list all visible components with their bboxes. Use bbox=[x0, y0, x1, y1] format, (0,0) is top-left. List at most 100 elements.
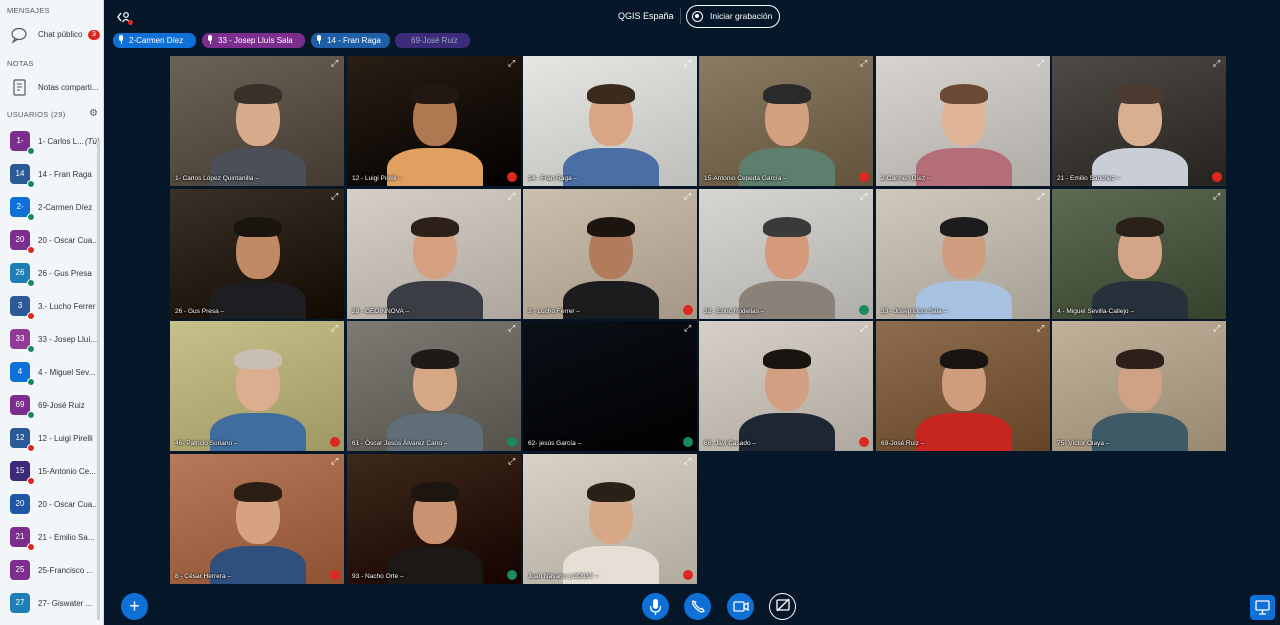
fullscreen-icon[interactable]: ⤢ bbox=[331, 59, 340, 68]
video-tile[interactable]: ⤢ 1- Carlos López Quintanilla – bbox=[170, 56, 344, 186]
participant-hair bbox=[1116, 349, 1164, 369]
fullscreen-icon[interactable]: ⤢ bbox=[1037, 324, 1046, 333]
audio-status-icon bbox=[683, 570, 693, 580]
video-tile[interactable]: ⤢ 28 - GEOINNOVA – bbox=[347, 189, 521, 319]
talker-label: 2-Carmen Díez bbox=[129, 36, 184, 45]
fullscreen-icon[interactable]: ⤢ bbox=[331, 457, 340, 466]
fullscreen-icon[interactable]: ⤢ bbox=[1213, 192, 1222, 201]
video-tile[interactable]: ⤢ 12 - Luigi Pirelli – bbox=[347, 56, 521, 186]
shared-notes-item[interactable]: Notas comparti... bbox=[0, 75, 100, 101]
user-list-item[interactable]: 44 - Miguel Sev... bbox=[0, 357, 100, 390]
user-list-item[interactable]: 14 14 - Fran Raga bbox=[0, 159, 100, 192]
video-tile[interactable]: ⤢ 68. Javi Casado – bbox=[699, 321, 873, 451]
mic-button[interactable] bbox=[642, 593, 669, 620]
video-tile[interactable]: ⤢ 2-Carmen Díez – bbox=[876, 56, 1050, 186]
user-list-item[interactable]: 15 15-Antonio Ce... bbox=[0, 456, 100, 489]
video-tile[interactable]: ⤢ 4 - Miguel Sevilla-Callejo – bbox=[1052, 189, 1226, 319]
fullscreen-icon[interactable]: ⤢ bbox=[684, 59, 693, 68]
participant-name: 26 - Gus Presa – bbox=[175, 308, 225, 315]
fullscreen-icon[interactable]: ⤢ bbox=[1213, 324, 1222, 333]
user-list-item[interactable]: 3 3.- Lucho Ferrer bbox=[0, 291, 100, 324]
participant-name: 8 - César Herrera – bbox=[175, 573, 231, 580]
fullscreen-icon[interactable]: ⤢ bbox=[1213, 59, 1222, 68]
video-tile[interactable]: ⤢ 46- Patricio Soriano – bbox=[170, 321, 344, 451]
talker-pill[interactable]: 14 - Fran Raga bbox=[311, 33, 390, 48]
audio-status-icon bbox=[683, 437, 693, 447]
video-tile[interactable]: ⤢ 14 - Fran Raga – bbox=[523, 56, 697, 186]
user-name: 20 - Oscar Cua... bbox=[38, 236, 99, 245]
fullscreen-icon[interactable]: ⤢ bbox=[331, 324, 340, 333]
user-list-item[interactable]: 33 33 - Josep Lluí... bbox=[0, 324, 100, 357]
phone-icon bbox=[692, 600, 705, 613]
fullscreen-icon[interactable]: ⤢ bbox=[508, 192, 517, 201]
user-name: 2-Carmen Díez bbox=[38, 203, 93, 212]
video-tile[interactable]: ⤢ 26 - Gus Presa – bbox=[170, 189, 344, 319]
fullscreen-icon[interactable]: ⤢ bbox=[1037, 192, 1046, 201]
user-list-item[interactable]: 12 12 - Luigi Pirelli bbox=[0, 423, 100, 456]
user-list-item[interactable]: 2- 2-Carmen Díez bbox=[0, 192, 100, 225]
participant-hair bbox=[940, 217, 988, 237]
fullscreen-icon[interactable]: ⤢ bbox=[860, 324, 869, 333]
user-list-item[interactable]: 1- 1- Carlos L... (Tú) bbox=[0, 126, 100, 159]
fullscreen-icon[interactable]: ⤢ bbox=[508, 324, 517, 333]
video-tile[interactable]: ⤢ Juan Navarro | COIGT – bbox=[523, 454, 697, 584]
video-tile[interactable]: ⤢ 32 - Enric Rodellas – bbox=[699, 189, 873, 319]
participant-name: 75- Víctor Olaya – bbox=[1057, 440, 1110, 447]
video-tile[interactable]: ⤢ 93 - Nacho Orte – bbox=[347, 454, 521, 584]
audio-status-icon bbox=[27, 147, 35, 155]
video-tile[interactable]: ⤢ 8 - César Herrera – bbox=[170, 454, 344, 584]
presentation-button[interactable] bbox=[1250, 595, 1275, 620]
user-name: 33 - Josep Lluí... bbox=[38, 335, 98, 344]
fullscreen-icon[interactable]: ⤢ bbox=[860, 192, 869, 201]
audio-status-icon bbox=[27, 543, 35, 551]
toggle-userlist-button[interactable] bbox=[116, 10, 134, 26]
user-list-item[interactable]: 26 26 - Gus Presa bbox=[0, 258, 100, 291]
video-tile[interactable]: ⤢ 15-Antonio Cepeda García – bbox=[699, 56, 873, 186]
audio-status-icon bbox=[859, 172, 869, 182]
video-tile[interactable]: ⤢ 62- jesús García – bbox=[523, 321, 697, 451]
video-tile[interactable]: ⤢ 61 - Óscar Jesús Álvarez Cano – bbox=[347, 321, 521, 451]
screenshare-button[interactable] bbox=[769, 593, 796, 620]
user-list-item[interactable]: 20 20 - Oscar Cua... bbox=[0, 489, 100, 522]
public-chat-item[interactable]: Chat público 3 bbox=[0, 22, 100, 48]
participant-name: 2-Carmen Díez – bbox=[881, 175, 931, 182]
messages-section-title: MENSAJES bbox=[7, 6, 50, 15]
video-tile[interactable]: ⤢ 75- Víctor Olaya – bbox=[1052, 321, 1226, 451]
talker-pill[interactable]: 33 - Josep Lluís Sala bbox=[202, 33, 305, 48]
fullscreen-icon[interactable]: ⤢ bbox=[684, 192, 693, 201]
fullscreen-icon[interactable]: ⤢ bbox=[1037, 59, 1046, 68]
share-webcam-button[interactable] bbox=[727, 593, 754, 620]
video-tile[interactable]: ⤢ 33 - Josep Lluís Sala – bbox=[876, 189, 1050, 319]
mic-icon bbox=[649, 599, 662, 615]
user-list-item[interactable]: 21 21 - Emilio Sa... bbox=[0, 522, 100, 555]
start-recording-button[interactable]: Iniciar grabación bbox=[686, 5, 780, 28]
user-list-scrollbar[interactable] bbox=[97, 140, 100, 620]
participant-name: 28 - GEOINNOVA – bbox=[352, 308, 409, 315]
fullscreen-icon[interactable]: ⤢ bbox=[860, 59, 869, 68]
avatar: 27 bbox=[10, 593, 30, 613]
user-list-item[interactable]: 69 69-José Ruiz bbox=[0, 390, 100, 423]
actions-button[interactable]: + bbox=[121, 593, 148, 620]
fullscreen-icon[interactable]: ⤢ bbox=[331, 192, 340, 201]
user-list-item[interactable]: 27 27- Giswater ... bbox=[0, 588, 100, 621]
participant-name: Juan Navarro | COIGT – bbox=[528, 573, 599, 580]
participant-name: 68. Javi Casado – bbox=[704, 440, 757, 447]
audio-status-icon bbox=[507, 172, 517, 182]
fullscreen-icon[interactable]: ⤢ bbox=[684, 457, 693, 466]
participant-hair bbox=[763, 84, 811, 104]
video-tile[interactable]: ⤢ 21 - Emilio Sanchez – bbox=[1052, 56, 1226, 186]
divider bbox=[680, 8, 681, 24]
talker-pill[interactable]: 2-Carmen Díez bbox=[113, 33, 196, 48]
participant-name: 46- Patricio Soriano – bbox=[175, 440, 238, 447]
video-tile[interactable]: ⤢ 69-José Ruiz – bbox=[876, 321, 1050, 451]
fullscreen-icon[interactable]: ⤢ bbox=[508, 457, 517, 466]
fullscreen-icon[interactable]: ⤢ bbox=[684, 324, 693, 333]
video-tile[interactable]: ⤢ 3.- Lucho Ferrer – bbox=[523, 189, 697, 319]
top-bar: QGIS España Iniciar grabación bbox=[104, 0, 1280, 34]
user-list-item[interactable]: 20 20 - Oscar Cua... bbox=[0, 225, 100, 258]
leave-audio-button[interactable] bbox=[684, 593, 711, 620]
talker-pill[interactable]: 69-José Ruiz bbox=[395, 33, 470, 48]
user-list-item[interactable]: 25 25-Francisco ... bbox=[0, 555, 100, 588]
gear-icon[interactable]: ⚙ bbox=[89, 109, 99, 119]
fullscreen-icon[interactable]: ⤢ bbox=[508, 59, 517, 68]
